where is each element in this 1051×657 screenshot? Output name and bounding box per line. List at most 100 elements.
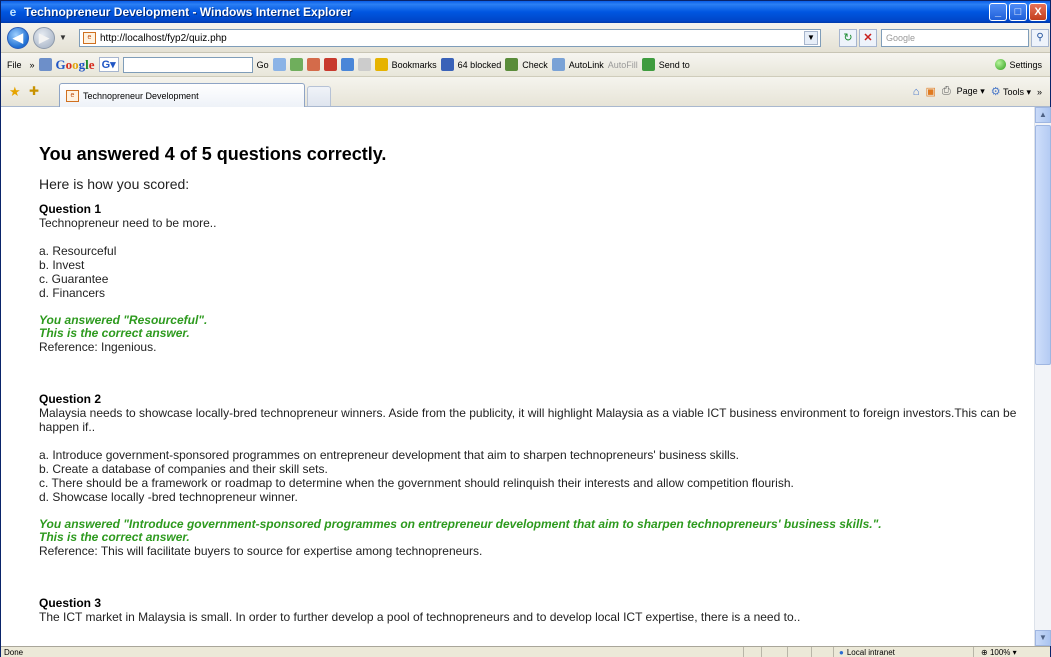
command-overflow-icon[interactable]: » <box>1037 87 1042 97</box>
tab-row: ★ ✚ e Technopreneur Development ⌂ ▣ ⎙ Pa… <box>1 77 1050 107</box>
check-button[interactable]: Check <box>522 60 548 70</box>
back-button[interactable]: ◀ <box>7 27 29 49</box>
answer-option: c. There should be a framework or roadma… <box>39 476 794 490</box>
tab-label: Technopreneur Development <box>83 90 199 101</box>
gmail-icon[interactable] <box>323 58 337 71</box>
favorites-star-icon[interactable]: ★ <box>9 84 21 100</box>
toolbar-overflow-icon[interactable]: » <box>30 60 35 70</box>
answer-options: a. Introduce government-sponsored progra… <box>39 448 1019 504</box>
search-icon[interactable]: ⚲ <box>1031 29 1049 47</box>
score-heading: You answered 4 of 5 questions correctly. <box>39 144 387 164</box>
address-input[interactable]: e http://localhost/fyp2/quiz.php ▼ <box>79 29 821 47</box>
feeds-icon[interactable]: ▣ <box>925 85 935 98</box>
status-divider <box>833 647 834 657</box>
zone-label: Local intranet <box>846 648 895 657</box>
quiz-results: You answered 4 of 5 questions correctly.… <box>39 144 1019 644</box>
google-toolbar: File » Google G▾ Go Bookmarks 64 blocked… <box>1 53 1050 77</box>
tools-menu-label: Tools <box>1002 87 1024 97</box>
tools-menu[interactable]: ⚙ Tools ▾ <box>991 85 1031 98</box>
answer-option: c. Guarantee <box>39 272 109 286</box>
close-button[interactable]: X <box>1029 3 1047 21</box>
spellcheck-icon <box>505 58 519 71</box>
autofill-button[interactable]: AutoFill <box>608 60 638 70</box>
status-divider <box>811 647 812 657</box>
google-g-button[interactable]: G▾ <box>98 57 119 72</box>
question-text: Technopreneur need to be more.. <box>39 216 217 230</box>
google-search-input[interactable] <box>122 56 253 73</box>
forward-button[interactable]: ▶ <box>33 27 55 49</box>
photos-icon[interactable] <box>306 58 320 71</box>
zoom-label: 100% <box>989 648 1011 657</box>
question-title: Question 1 <box>39 202 102 216</box>
window-title: Technopreneur Development - Windows Inte… <box>24 5 352 19</box>
title-bar[interactable]: e Technopreneur Development - Windows In… <box>1 1 1050 23</box>
status-divider <box>743 647 744 657</box>
autolink-button[interactable]: AutoLink <box>569 60 604 70</box>
tab-page-icon: e <box>66 89 79 102</box>
status-text: Done <box>4 648 24 657</box>
answer-options: a. Resourceful b. Invest c. Guarantee d.… <box>39 244 1019 300</box>
minimize-button[interactable]: _ <box>989 3 1007 21</box>
question-text: Malaysia needs to showcase locally-bred … <box>39 406 1017 434</box>
intranet-icon: ● <box>839 648 844 657</box>
command-bar: ⌂ ▣ ⎙ Page ▾ ⚙ Tools ▾ » <box>913 85 1042 98</box>
answer-reference: Reference: This will facilitate buyers t… <box>39 544 483 558</box>
toolbar-options-icon[interactable] <box>38 58 52 71</box>
status-divider <box>761 647 762 657</box>
status-divider <box>787 647 788 657</box>
recent-pages-dropdown[interactable]: ▼ <box>59 33 67 42</box>
url-text: http://localhost/fyp2/quiz.php <box>100 32 227 44</box>
popup-blocker-icon <box>440 58 454 71</box>
ie-logo-icon: e <box>9 5 17 19</box>
answer-verdict: This is the correct answer. <box>39 530 190 544</box>
window-controls: _ □ X <box>989 3 1047 21</box>
print-icon[interactable]: ⎙ <box>942 85 951 98</box>
question-title: Question 2 <box>39 392 102 406</box>
answer-option: a. Introduce government-sponsored progra… <box>39 448 740 462</box>
home-icon[interactable]: ⌂ <box>913 86 920 98</box>
send-to-icon <box>641 58 655 71</box>
new-tab-button[interactable] <box>307 86 331 106</box>
go-button[interactable]: Go <box>257 60 269 70</box>
zoom-icon: ⊕ <box>981 648 988 657</box>
bookmarks-star-icon <box>374 58 388 71</box>
score-intro: Here is how you scored: <box>39 176 190 192</box>
settings-button[interactable]: Settings <box>995 59 1042 70</box>
share-icon[interactable] <box>340 58 354 71</box>
scroll-thumb[interactable] <box>1035 125 1051 365</box>
send-to-button[interactable]: Send to <box>659 60 690 70</box>
url-dropdown-icon[interactable]: ▼ <box>804 31 818 45</box>
security-zone[interactable]: ● Local intranet <box>839 648 895 657</box>
question-text: The ICT market in Malaysia is small. In … <box>39 610 801 624</box>
tab-technopreneur[interactable]: e Technopreneur Development <box>59 83 305 107</box>
autolink-icon <box>551 58 565 71</box>
scroll-up-button[interactable]: ▲ <box>1035 107 1051 123</box>
page-menu-label: Page <box>956 86 978 96</box>
status-divider <box>973 647 974 657</box>
vertical-scrollbar[interactable]: ▲ ▼ <box>1034 107 1051 646</box>
tools-gear-icon: ⚙ <box>990 86 1001 98</box>
page-menu[interactable]: Page ▾ <box>957 86 985 97</box>
news-icon[interactable] <box>272 58 286 71</box>
question-block: Question 2 Malaysia needs to showcase lo… <box>39 392 1019 558</box>
answer-verdict: This is the correct answer. <box>39 326 190 340</box>
answer-option: a. Resourceful <box>39 244 117 258</box>
answer-reference: Reference: Ingenious. <box>39 340 157 354</box>
zoom-level[interactable]: ⊕ 100% ▾ <box>981 648 1017 657</box>
maps-icon[interactable] <box>289 58 303 71</box>
scroll-down-button[interactable]: ▼ <box>1035 630 1051 646</box>
previous-icon[interactable] <box>357 58 371 71</box>
add-favorite-icon[interactable]: ✚ <box>29 84 39 98</box>
stop-button[interactable]: ✕ <box>859 29 877 47</box>
refresh-button[interactable]: ↻ <box>839 29 857 47</box>
browser-window: e Technopreneur Development - Windows In… <box>0 0 1051 657</box>
settings-icon <box>995 59 1007 70</box>
search-input[interactable]: Google <box>881 29 1029 47</box>
file-menu[interactable]: File <box>7 60 22 70</box>
maximize-button[interactable]: □ <box>1009 3 1027 21</box>
answer-option: b. Create a database of companies and th… <box>39 462 328 476</box>
question-block: Question 1 Technopreneur need to be more… <box>39 202 1019 354</box>
bookmarks-button[interactable]: Bookmarks <box>392 60 437 70</box>
google-logo[interactable]: Google <box>56 57 95 73</box>
popups-blocked-button[interactable]: 64 blocked <box>458 60 502 70</box>
